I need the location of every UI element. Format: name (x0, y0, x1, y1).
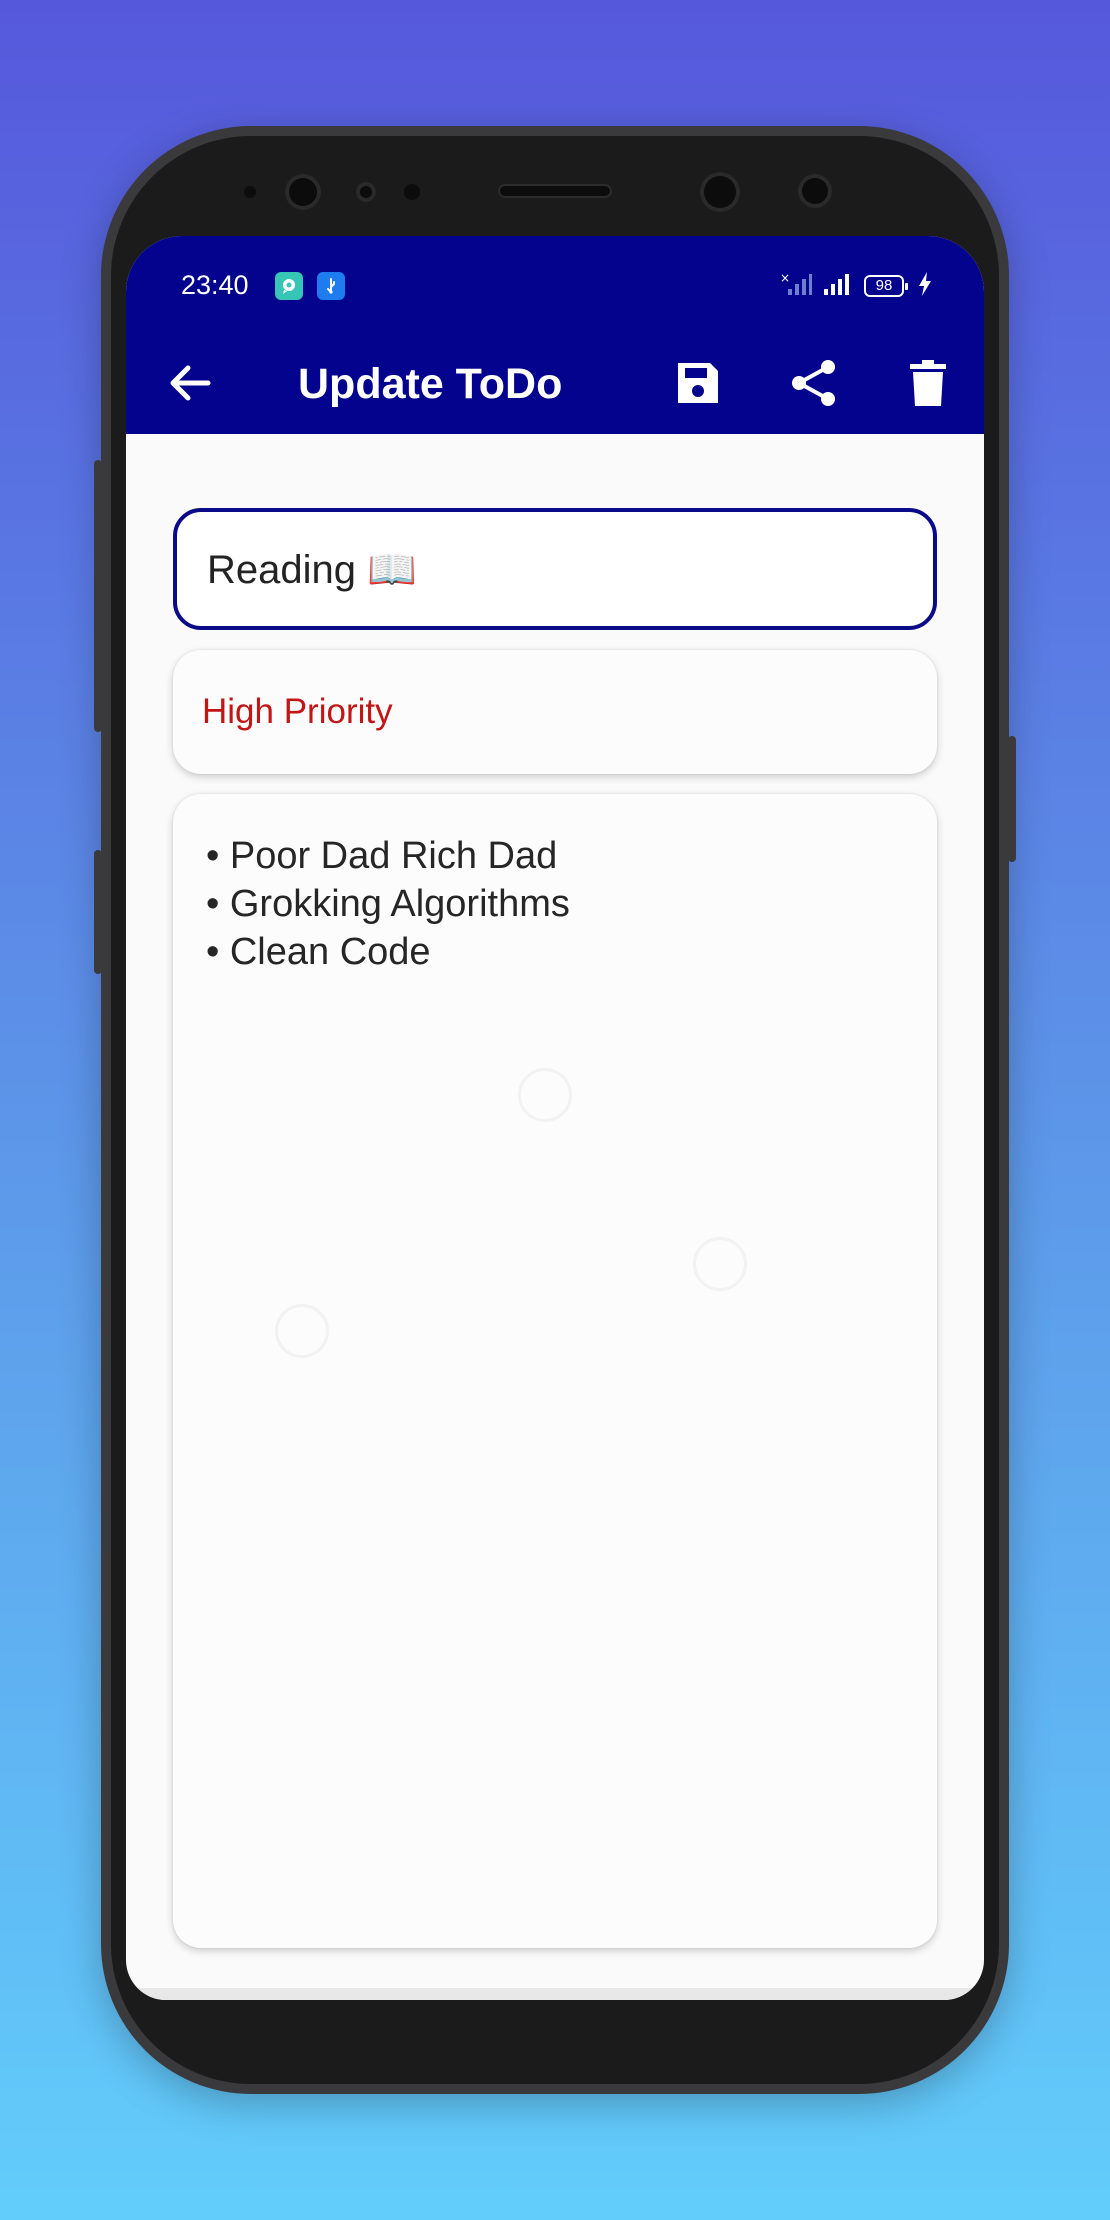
note-line: • Grokking Algorithms (206, 883, 570, 925)
battery-icon: 98 (864, 275, 908, 297)
note-line: • Poor Dad Rich Dad (206, 835, 558, 877)
usb-icon (317, 272, 345, 300)
save-icon (678, 363, 718, 403)
signal-icon (822, 271, 854, 302)
todo-title-input[interactable]: Reading 📖 (173, 508, 937, 630)
app-bar: Update ToDo (126, 332, 984, 434)
phone-screen: 23:40 × 98 Update ToDo Reading 📖 High Pr… (126, 236, 984, 2000)
sensor-icon (798, 174, 832, 208)
earpiece-speaker (498, 184, 612, 198)
share-button[interactable] (786, 355, 842, 411)
share-icon (792, 360, 835, 406)
chat-bubble-icon (275, 272, 303, 300)
sensor-icon (356, 182, 376, 202)
touch-indicator (693, 1237, 747, 1291)
todo-notes-field[interactable]: • Poor Dad Rich Dad • Grokking Algorithm… (173, 794, 937, 1948)
priority-selector[interactable]: High Priority (173, 650, 937, 774)
save-button[interactable] (670, 355, 726, 411)
phone-side-button-left-2 (94, 850, 102, 974)
priority-value: High Priority (202, 692, 393, 731)
sensor-dot-icon (244, 186, 256, 198)
status-time: 23:40 (181, 270, 249, 300)
delete-icon (910, 360, 946, 406)
touch-indicator (275, 1304, 329, 1358)
svg-text:×: × (780, 271, 790, 285)
status-icons: × 98 (780, 271, 932, 302)
todo-title-value: Reading 📖 (207, 547, 417, 592)
back-button[interactable] (162, 355, 218, 411)
signal-off-icon: × (780, 271, 812, 302)
back-arrow-icon (170, 365, 211, 401)
phone-side-button-right (1008, 736, 1016, 862)
sensor-dot-icon (404, 184, 420, 200)
charging-icon (918, 271, 932, 301)
note-line: • Clean Code (206, 931, 431, 973)
phone-side-button-left-1 (94, 460, 102, 732)
touch-indicator (518, 1068, 572, 1122)
delete-button[interactable] (900, 355, 956, 411)
front-camera-icon (700, 172, 740, 212)
page-title: Update ToDo (298, 360, 563, 408)
bottom-edge (126, 1988, 984, 2000)
status-bar: 23:40 × 98 (126, 236, 984, 332)
front-camera-icon (285, 174, 321, 210)
